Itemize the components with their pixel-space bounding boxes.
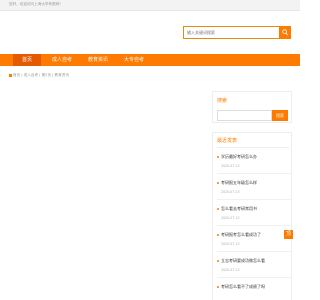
main-nav: 首页 成人自考 教育资讯 大专自考 (0, 54, 300, 66)
recent-posts-title: 最近发表 (217, 138, 238, 144)
post-link[interactable]: 学历最好考研怎么办 (217, 154, 291, 160)
breadcrumb-trail: | 成人自考 | 第2页 | 教育资讯 (21, 73, 69, 77)
nav-item-home[interactable]: 首页 (13, 54, 41, 66)
nav-item-adult-exam[interactable]: 成人自考 (48, 54, 76, 66)
header (0, 11, 300, 54)
sidebar-search-button[interactable]: 搜索 (272, 110, 288, 121)
list-item: 立志考研要成功做怎么看 2020-07-13 (217, 258, 291, 272)
nav-item-education-news[interactable]: 教育资讯 (84, 54, 112, 66)
post-date: 2020-07-13 (221, 242, 240, 246)
bullet-icon (217, 286, 219, 288)
header-search (183, 26, 291, 39)
divider (217, 147, 289, 148)
search-input[interactable] (183, 26, 279, 39)
sidebar-search-widget: 搜索 搜索 (212, 91, 292, 123)
list-item: 考研报考怎么看成功了 2020-07-13 (217, 232, 291, 246)
search-widget-title: 搜索 (217, 98, 228, 104)
bullet-icon (217, 156, 219, 158)
top-bar: 您好，欢迎访问上海大学有限网！ (0, 0, 300, 11)
post-title[interactable]: 学历最好考研怎么办 (221, 154, 257, 159)
back-to-top-button[interactable]: 顶 (284, 230, 293, 239)
breadcrumb-home[interactable]: 首页 (13, 73, 20, 77)
divider (217, 277, 291, 278)
post-title[interactable]: 考研报考怎么看成功了 (221, 232, 261, 237)
post-title[interactable]: 考研报五年级怎么样 (221, 180, 257, 185)
recent-posts-widget: 最近发表 学历最好考研怎么办 2020-07-13 考研报五年级怎么样 2020… (212, 132, 292, 300)
breadcrumb: 首页 | 成人自考 | 第2页 | 教育资讯 (9, 73, 69, 78)
divider (217, 199, 291, 200)
post-date: 2020-07-13 (221, 164, 240, 168)
sidebar-search-input[interactable] (217, 110, 272, 121)
post-title[interactable]: 怎么看去考研常用书 (221, 206, 257, 211)
bullet-icon (217, 260, 219, 262)
post-title[interactable]: 考研怎么看不了成绩了呀 (221, 284, 265, 289)
nav-item-college-exam[interactable]: 大专自考 (120, 54, 148, 66)
list-item: 怎么看去考研常用书 2020-07-13 (217, 206, 291, 220)
post-link[interactable]: 考研报考怎么看成功了 (217, 232, 291, 238)
post-title[interactable]: 立志考研要成功做怎么看 (221, 258, 265, 263)
post-date: 2020-07-13 (221, 268, 240, 272)
post-link[interactable]: 怎么看去考研常用书 (217, 206, 291, 212)
divider (217, 251, 291, 252)
welcome-text: 您好，欢迎访问上海大学有限网！ (9, 2, 63, 6)
bullet-icon (217, 234, 219, 236)
post-date: 2020-07-13 (221, 216, 240, 220)
list-item: 考研怎么看不了成绩了呀 (217, 284, 291, 290)
divider (217, 225, 291, 226)
bullet-icon (217, 208, 219, 210)
home-icon (9, 73, 12, 77)
divider (217, 173, 291, 174)
post-date: 2020-07-13 (221, 190, 240, 194)
post-link[interactable]: 立志考研要成功做怎么看 (217, 258, 291, 264)
list-item: 考研报五年级怎么样 2020-07-13 (217, 180, 291, 194)
search-button[interactable] (279, 26, 291, 39)
bullet-icon (217, 182, 219, 184)
list-item: 学历最好考研怎么办 2020-07-13 (217, 154, 291, 168)
post-link[interactable]: 考研怎么看不了成绩了呀 (217, 284, 291, 290)
search-icon (282, 29, 288, 36)
post-link[interactable]: 考研报五年级怎么样 (217, 180, 291, 186)
